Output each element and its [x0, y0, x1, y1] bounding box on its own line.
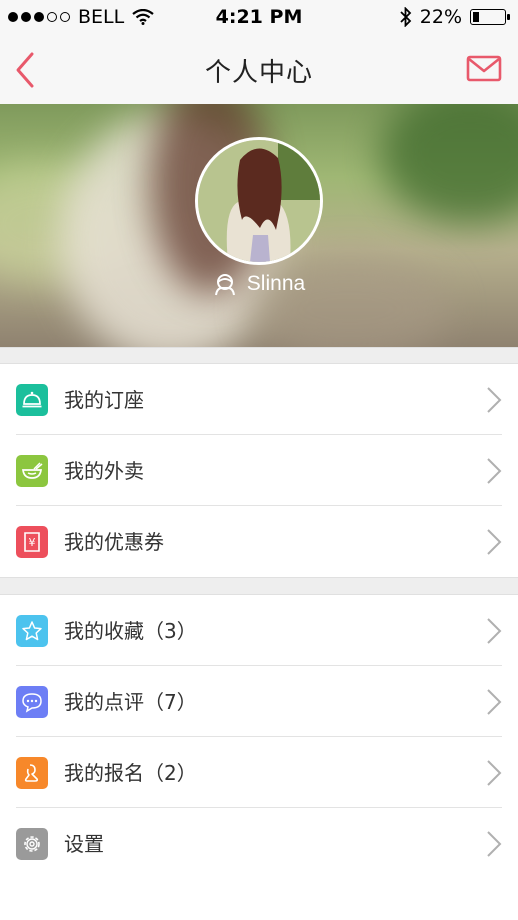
section-separator: [0, 347, 518, 364]
mail-icon: [466, 55, 502, 82]
avatar-image: [198, 140, 320, 262]
coupon-yen-icon: ¥: [16, 526, 48, 558]
chevron-right-icon: [487, 760, 502, 786]
gear-icon: [16, 828, 48, 860]
battery-percent: 22%: [419, 6, 462, 28]
menu-label: 我的外卖: [64, 459, 144, 483]
menu-label: 我的报名（2）: [64, 761, 197, 785]
status-right: 22%: [400, 6, 510, 28]
menu-label: 我的订座: [64, 388, 144, 412]
profile-header: Slinna: [0, 104, 518, 347]
back-button[interactable]: [10, 48, 50, 92]
background-blur: [380, 104, 518, 224]
menu-label: 我的收藏（3）: [64, 619, 197, 643]
menu-item-reservations[interactable]: 我的订座: [0, 364, 518, 435]
user-outline-icon: [214, 274, 235, 296]
nav-bar: 个人中心: [0, 36, 518, 104]
takeout-bowl-icon: [16, 455, 48, 487]
menu-label: 我的点评（7）: [64, 690, 197, 714]
menu-label: 设置: [64, 832, 104, 856]
user-row[interactable]: Slinna: [0, 272, 518, 296]
battery-level: [473, 12, 479, 22]
menu-item-takeout[interactable]: 我的外卖: [0, 435, 518, 506]
chevron-right-icon: [487, 831, 502, 857]
chevron-right-icon: [487, 387, 502, 413]
signup-icon: [16, 757, 48, 789]
chevron-right-icon: [487, 458, 502, 484]
chevron-right-icon: [487, 529, 502, 555]
status-bar: BELL 4:21 PM 22%: [0, 0, 518, 36]
battery-icon: [470, 9, 510, 25]
chevron-right-icon: [487, 618, 502, 644]
avatar[interactable]: [195, 137, 323, 265]
chevron-left-icon: [16, 52, 34, 88]
chevron-right-icon: [487, 689, 502, 715]
page-title: 个人中心: [204, 58, 313, 88]
mail-button[interactable]: [464, 52, 504, 88]
background-blur: [250, 254, 450, 347]
username: Slinna: [246, 272, 306, 295]
menu-item-coupons[interactable]: ¥ 我的优惠券: [0, 506, 518, 577]
menu-label: 我的优惠券: [64, 530, 164, 554]
service-bell-icon: [16, 384, 48, 416]
comment-icon: [16, 686, 48, 718]
section-separator: [0, 577, 518, 595]
star-icon: [16, 615, 48, 647]
menu-item-reviews[interactable]: 我的点评（7）: [0, 666, 518, 737]
bluetooth-icon: [400, 7, 412, 27]
menu-item-settings[interactable]: 设置: [0, 808, 518, 879]
svg-text:¥: ¥: [29, 536, 36, 549]
menu-item-signups[interactable]: 我的报名（2）: [0, 737, 518, 808]
menu-item-favorites[interactable]: 我的收藏（3）: [0, 595, 518, 666]
